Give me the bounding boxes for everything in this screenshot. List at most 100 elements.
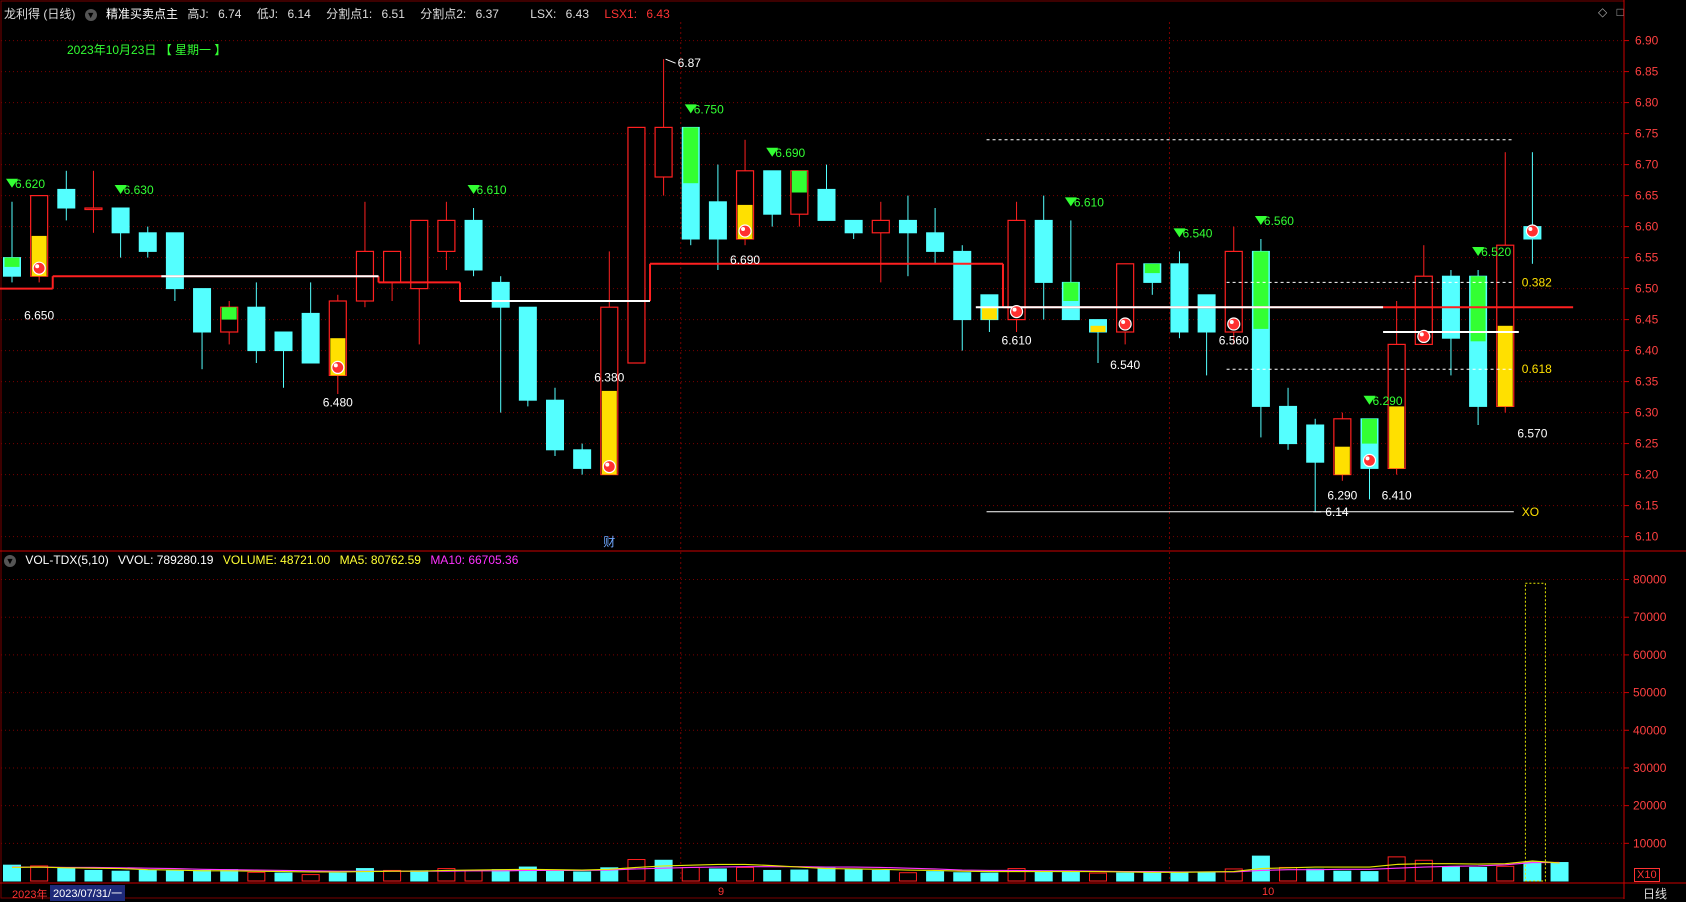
price-level-label: 6.610 [1002,333,1032,347]
buy-signal-highlight [1528,227,1533,231]
volume-bar [30,865,49,882]
volume-bar [165,870,184,882]
buy-signal-highlight [333,363,338,368]
volume-bars-layer [3,582,1569,882]
price-tick-label: 6.90 [1635,34,1659,48]
fib-level-label: 0.618 [1522,362,1552,376]
price-tick-label: 6.85 [1635,65,1659,79]
volume-bar [1143,872,1162,882]
candle-body-down [464,219,483,271]
price-level-label: 6.410 [1382,488,1412,502]
candle-body-down [247,306,266,352]
volume-bar [1197,871,1216,882]
volume-bar [1360,871,1379,882]
high-pointer [665,58,676,64]
price-tick-label: 6.60 [1635,220,1659,234]
volume-bar [844,868,863,882]
price-tick-label: 6.25 [1635,437,1659,451]
candle-body-up [383,250,402,283]
candle-body-down [763,170,782,215]
sell-zone-fill [683,127,699,184]
low-label: 6.14 [1325,505,1349,519]
price-tick-label: 6.15 [1635,499,1659,513]
buy-signal-highlight [1121,320,1126,324]
volume-tick-label: 10000 [1633,836,1667,850]
price-tick-label: 6.40 [1635,344,1659,358]
buy-signal-marker [1417,329,1431,343]
volume-bar [736,866,755,882]
volume-bar [410,870,429,882]
chart-frame [0,0,1625,899]
price-tick-label: 6.10 [1635,530,1659,544]
volume-bar [328,872,347,882]
high-label: 6.87 [678,56,702,70]
volume-bar [654,859,673,882]
volume-bar [247,871,266,882]
price-level-label: 6.690 [730,253,760,267]
buy-signal-marker [602,460,616,474]
buy-signal-marker [1227,317,1241,331]
candle-body-down [57,188,76,209]
volume-bar [1550,862,1569,882]
sell-signal-label: 6.620 [15,177,45,191]
price-tick-label: 6.75 [1635,127,1659,141]
sell-zone-fill [221,307,237,320]
sell-signal-label: 6.630 [124,183,154,197]
volume-bar [1170,871,1189,882]
ma5-line [11,860,1560,873]
buy-signal-marker [1009,305,1024,319]
candle-body-down [1170,263,1189,333]
candles-layer [3,59,1542,512]
candle-body-down [491,281,510,308]
buy-signal-highlight [741,227,746,231]
buy-zone-fill [981,307,997,320]
candle-body-down [111,207,130,234]
sell-zone-fill [1253,251,1269,329]
candlestick-chart[interactable]: 0.382 0.618 XO 6.620 6.630 6.610 6.750 6.690 6.6… [0,0,1686,899]
price-tick-label: 6.65 [1635,189,1659,203]
volume-bar [464,870,483,882]
candle-body-up [627,126,646,364]
candle-body-down [953,250,972,321]
volume-tick-label: 40000 [1633,723,1667,737]
fib-level-label: 0.382 [1522,275,1552,289]
sell-zone-fill [1362,418,1377,444]
footer-month-9: 9 [718,886,725,898]
volume-bar [1116,872,1135,882]
chart-stage: 龙利得 (日线) ▼ 精准买卖点主 高J: 6.74 低J: 6.14 分割点1… [0,0,1686,902]
candle-body-up [84,207,103,211]
volume-bar [355,868,374,882]
volume-bar [1441,866,1460,882]
buy-signal-highlight [605,462,610,467]
buy-signal-highlight [1365,456,1370,461]
buy-signal-marker [1362,453,1377,467]
buy-zone-fill [1389,406,1405,469]
volume-bar [980,872,999,882]
candle-body-down [138,232,157,252]
sell-signal-label: 6.750 [694,102,724,116]
price-tick-label: 6.50 [1635,282,1659,296]
candle-body-down [274,331,293,352]
price-tick-label: 6.35 [1635,375,1659,389]
price-level-label: 6.540 [1110,358,1140,372]
buy-zone-fill [1497,325,1513,407]
sell-signal-label: 6.540 [1182,226,1212,240]
candle-body-down [844,219,863,234]
price-level-label: 6.650 [24,309,54,323]
volume-bar [953,872,972,882]
candle-body-down [817,188,836,221]
price-level-label: 6.380 [594,371,624,385]
projected-volume-bar [1524,582,1546,882]
volume-bar [817,867,836,882]
volume-bar [763,869,782,882]
volume-bar [1061,871,1080,882]
footer-month-10: 10 [1262,886,1275,898]
volume-bar [1333,870,1352,882]
footer-period-label[interactable]: 日线 [1643,885,1667,902]
axis-layer: 6.90 6.85 6.80 6.75 6.70 6.65 6.60 6.55 6.50 6.45… [1624,34,1667,850]
volume-bar [1089,872,1107,882]
volume-tick-label: 80000 [1633,573,1667,587]
volume-bar [1496,865,1515,882]
buy-signal-marker [32,261,46,275]
buy-signal-marker [1525,224,1540,238]
